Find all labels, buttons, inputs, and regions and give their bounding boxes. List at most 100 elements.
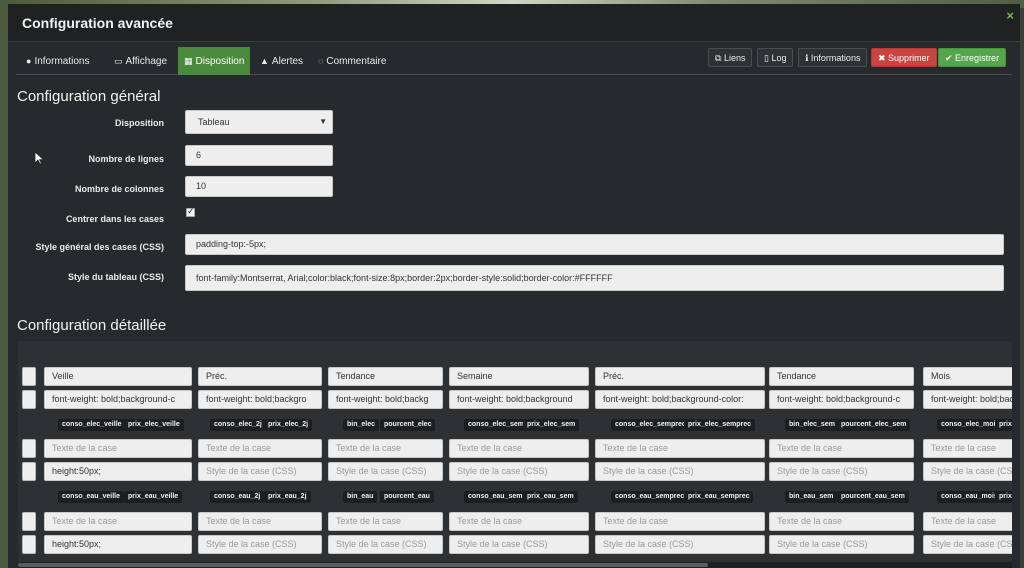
variable-tag[interactable]: conso_eau_sem <box>464 491 527 503</box>
variable-tag[interactable]: prix_eau_sem <box>523 491 578 503</box>
cell-text-input[interactable]: Texte de la case <box>328 439 443 458</box>
header-style-input[interactable]: font-weight: bold;backgro <box>198 390 322 409</box>
variable-tag[interactable]: prix_elec_sem <box>523 419 580 431</box>
cell-style-input[interactable]: Style de la case (CSS) <box>595 462 765 481</box>
cell-style-input[interactable]: Style de la case (CSS) <box>769 462 914 481</box>
row-handle[interactable] <box>22 390 36 409</box>
row-handle[interactable] <box>22 512 36 531</box>
variable-tag[interactable]: conso_elec_semprec <box>611 419 690 431</box>
variable-tag[interactable]: conso_elec_mois <box>937 419 1004 431</box>
variable-tag[interactable]: conso_eau_mois <box>937 491 1002 503</box>
header-cell-input[interactable]: Préc. <box>198 367 322 386</box>
cell-style-input[interactable]: Style de la case (CSS) <box>449 462 589 481</box>
cell-text-input[interactable]: Texte de la case <box>198 439 322 458</box>
header-cell-input[interactable]: Mois <box>923 367 1012 386</box>
tab-label: Alertes <box>271 56 304 67</box>
header-cell-input[interactable]: Tendance <box>328 367 443 386</box>
tab-disposition[interactable]: ▦ Disposition <box>178 47 250 75</box>
close-icon[interactable]: × <box>1006 8 1014 23</box>
cell-style-input[interactable]: Style de la case (CSS) <box>595 535 765 554</box>
row-handle[interactable] <box>22 462 36 481</box>
variable-tag[interactable]: prix_eau_veille <box>124 491 183 503</box>
header-style-input[interactable]: font-weight: bold;background <box>449 390 589 409</box>
header-cell-input[interactable]: Veille <box>44 367 192 386</box>
header-cell-input[interactable]: Préc. <box>595 367 765 386</box>
variable-tag[interactable]: prix_elec_semprec <box>684 419 756 431</box>
general-section-title: Configuration général <box>17 88 161 105</box>
tab-informations[interactable]: ● Informations <box>20 47 95 75</box>
header-style-input[interactable]: font-weight: bold;backg <box>328 390 443 409</box>
variable-tag[interactable]: conso_elec_sem <box>464 419 529 431</box>
variable-tag[interactable]: conso_elec_2j <box>210 419 266 431</box>
cell-text-input[interactable]: Texte de la case <box>923 512 1012 531</box>
header-cell-input[interactable]: Semaine <box>449 367 589 386</box>
variable-tag[interactable]: pourcent_eau <box>380 491 434 503</box>
cell-style-input[interactable]: Style de la case (CSS) <box>198 535 322 554</box>
cell-text-input[interactable]: Texte de la case <box>449 512 589 531</box>
variable-tag[interactable]: conso_eau_veille <box>58 491 124 503</box>
variable-tag[interactable]: prix_eau_semprec <box>684 491 754 503</box>
cell-text-input[interactable]: Texte de la case <box>769 512 914 531</box>
row-handle[interactable] <box>22 439 36 458</box>
cell-text-input[interactable]: Texte de la case <box>44 512 192 531</box>
variable-tag[interactable]: prix_eau_2j <box>264 491 311 503</box>
colonnes-input[interactable]: 10 <box>185 176 333 197</box>
style-cases-input[interactable]: padding-top:-5px; <box>185 234 1004 255</box>
variable-tag[interactable]: bin_elec <box>343 419 380 431</box>
variable-tag[interactable]: conso_eau_semprec <box>611 491 689 503</box>
variable-tag[interactable]: pourcent_elec <box>380 419 436 431</box>
row-handle[interactable] <box>22 535 36 554</box>
variable-tag[interactable]: prix_elec_2j <box>264 419 313 431</box>
detail-grid: Veille font-weight: bold;background-c Text… <box>18 341 1012 563</box>
row-handle[interactable] <box>22 367 36 386</box>
variable-tag[interactable]: bin_eau_sem <box>785 491 838 503</box>
cell-style-input[interactable]: Style de la case (CSS) <box>923 535 1012 554</box>
cell-text-input[interactable]: Texte de la case <box>449 439 589 458</box>
cell-style-input[interactable]: Style de la case (CSS) <box>923 462 1012 481</box>
cell-style-input[interactable]: Style de la case (CSS) <box>328 535 443 554</box>
cell-style-input[interactable]: height:50px; <box>44 535 192 554</box>
link-icon: ⧉ <box>715 53 724 63</box>
variable-tag[interactable]: conso_elec_veille <box>58 419 126 431</box>
style-tableau-input[interactable]: font-family:Montserrat, Arial;color:blac… <box>185 265 1004 291</box>
centrer-checkbox[interactable] <box>186 206 195 217</box>
cell-text-input[interactable]: Texte de la case <box>769 439 914 458</box>
tab-alertes[interactable]: ▲ Alertes <box>254 47 309 75</box>
cell-text-input[interactable]: Texte de la case <box>198 512 322 531</box>
scrollbar-thumb[interactable] <box>18 563 708 567</box>
log-label: Log <box>771 53 787 63</box>
enregistrer-button[interactable]: ✔ Enregistrer <box>938 48 1007 67</box>
variable-tag[interactable]: prix <box>995 419 1012 431</box>
cell-text-input[interactable]: Texte de la case <box>923 439 1012 458</box>
lignes-input[interactable]: 6 <box>185 145 333 166</box>
variable-tag[interactable]: prix_elec_veille <box>124 419 184 431</box>
variable-tag[interactable]: conso_eau_2j <box>210 491 265 503</box>
cell-style-input[interactable]: Style de la case (CSS) <box>198 462 322 481</box>
variable-tag[interactable]: bin_eau <box>343 491 378 503</box>
informations-button[interactable]: ℹ Informations <box>798 48 868 67</box>
header-style-input[interactable]: font-weight: bold;background-c <box>44 390 192 409</box>
disposition-select[interactable]: Tableau ▼ <box>185 110 333 134</box>
cell-text-input[interactable]: Texte de la case <box>44 439 192 458</box>
liens-button[interactable]: ⧉ Liens <box>708 48 753 67</box>
cell-style-input[interactable]: Style de la case (CSS) <box>769 535 914 554</box>
header-cell-input[interactable]: Tendance <box>769 367 914 386</box>
tab-commentaire[interactable]: ◌ Commentaire <box>312 47 392 75</box>
log-button[interactable]: ▯ Log <box>757 48 794 67</box>
variable-tag[interactable]: pourcent_eau_sem <box>837 491 909 503</box>
variable-tag[interactable]: bin_elec_sem <box>785 419 839 431</box>
variable-tag[interactable]: pourcent_elec_sem <box>837 419 911 431</box>
cell-style-input[interactable]: Style de la case (CSS) <box>328 462 443 481</box>
supprimer-button[interactable]: ✖ Supprimer <box>871 48 937 67</box>
horizontal-scrollbar[interactable] <box>18 562 1012 568</box>
header-style-input[interactable]: font-weight: bold;background-c <box>769 390 914 409</box>
header-style-input[interactable]: font-weight: bold;background-c <box>923 390 1012 409</box>
header-style-input[interactable]: font-weight: bold;background-color: <box>595 390 765 409</box>
cell-text-input[interactable]: Texte de la case <box>328 512 443 531</box>
cell-text-input[interactable]: Texte de la case <box>595 512 765 531</box>
tab-affichage[interactable]: ▭ Affichage <box>108 47 173 75</box>
cell-style-input[interactable]: Style de la case (CSS) <box>449 535 589 554</box>
cell-text-input[interactable]: Texte de la case <box>595 439 765 458</box>
variable-tag[interactable]: prix <box>995 491 1012 503</box>
cell-style-input[interactable]: height:50px; <box>44 462 192 481</box>
